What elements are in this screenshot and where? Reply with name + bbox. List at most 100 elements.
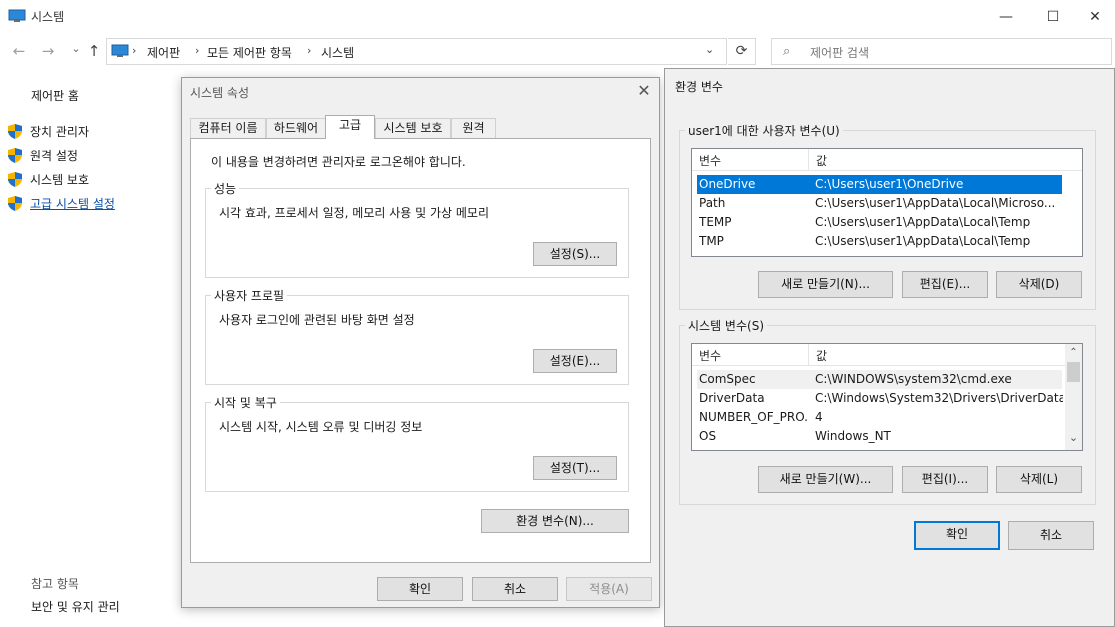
variable-name: DriverData [699,391,765,405]
environment-variables-button[interactable]: 환경 변수(N)... [481,509,629,533]
scroll-down-icon[interactable]: ⌄ [1065,432,1082,448]
minimize-button[interactable]: — [983,0,1029,33]
list-item[interactable]: Path C:\Users\user1\AppData\Local\Micros… [697,194,1062,213]
cancel-button[interactable]: 취소 [472,577,558,601]
tab-advanced[interactable]: 고급 [325,115,375,139]
list-header: 변수 값 [692,344,1082,366]
group-description: 시스템 시작, 시스템 오류 및 디버깅 정보 [219,420,423,434]
sidebar-item-remote-settings[interactable]: 원격 설정 [8,145,78,165]
list-item[interactable]: TEMP C:\Users\user1\AppData\Local\Temp [697,213,1062,232]
column-divider[interactable] [808,344,809,366]
security-maintenance-link[interactable]: 보안 및 유지 관리 [31,598,120,615]
column-header-value[interactable]: 값 [816,347,827,364]
user-profiles-group: 사용자 프로필 사용자 로그인에 관련된 바탕 화면 설정 설정(E)... [205,287,629,385]
variable-name: OS [699,429,717,443]
system-variables-group: 시스템 변수(S) 변수 값 ComSpec C:\WINDOWS\system… [679,317,1096,505]
column-header-value[interactable]: 값 [816,152,827,169]
group-label: 성능 [211,180,240,197]
user-new-button[interactable]: 새로 만들기(N)... [758,271,893,298]
variable-name: OneDrive [699,177,756,191]
scroll-up-icon[interactable]: ⌃ [1065,344,1082,360]
refresh-button[interactable]: ⟳ [728,38,756,65]
list-item[interactable]: OneDrive C:\Users\user1\OneDrive [697,175,1062,194]
group-description: 사용자 로그인에 관련된 바탕 화면 설정 [219,313,415,327]
system-variables-list[interactable]: 변수 값 ComSpec C:\WINDOWS\system32\cmd.exe… [691,343,1083,451]
maximize-button[interactable]: ☐ [1030,0,1076,33]
apply-button[interactable]: 적용(A) [566,577,652,601]
variable-value: C:\Users\user1\AppData\Local\Temp [815,234,1031,248]
variable-value: Windows_NT [815,429,891,443]
sidebar-item-label: 장치 관리자 [30,124,90,139]
close-button[interactable]: ✕ [1072,0,1115,33]
tab-computer-name[interactable]: 컴퓨터 이름 [190,118,266,138]
see-also-heading: 참고 항목 [31,577,79,591]
variable-value: C:\Windows\System32\Drivers\DriverData [815,391,1063,405]
computer-icon [111,44,129,57]
sidebar-item-label: 원격 설정 [30,148,78,163]
up-button[interactable]: ↑ [84,42,104,62]
sidebar-item-label: 시스템 보호 [30,172,90,187]
user-edit-button[interactable]: 편집(E)... [902,271,988,298]
window-title: 시스템 [31,10,65,24]
scrollbar-thumb[interactable] [1067,362,1080,382]
group-label: 시작 및 복구 [211,394,280,411]
sidebar-item-device-manager[interactable]: 장치 관리자 [8,121,89,141]
user-variables-list[interactable]: 변수 값 OneDrive C:\Users\user1\OneDrive Pa… [691,148,1083,257]
back-button[interactable]: ← [9,42,29,62]
sidebar-item-advanced-settings[interactable]: 고급 시스템 설정 [8,193,115,213]
variable-value: 4 [815,410,823,424]
user-profile-settings-button[interactable]: 설정(E)... [533,349,617,373]
shield-icon [8,195,22,211]
dialog-title: 시스템 속성 [190,86,250,100]
list-item[interactable]: DriverData C:\Windows\System32\Drivers\D… [697,389,1063,408]
address-bar[interactable]: › 제어판 › 모든 제어판 항목 › 시스템 ⌄ [106,38,727,65]
admin-notice: 이 내용을 변경하려면 관리자로 로그온해야 합니다. [211,155,466,169]
search-icon: ⌕ [783,44,791,59]
tab-remote[interactable]: 원격 [451,118,496,138]
system-delete-button[interactable]: 삭제(L) [996,466,1082,493]
variable-value: C:\Users\user1\AppData\Local\Microso... [815,196,1056,210]
sidebar-item-system-protection[interactable]: 시스템 보호 [8,169,89,189]
ok-button[interactable]: 확인 [914,521,1000,550]
ok-button[interactable]: 확인 [377,577,463,601]
startup-recovery-group: 시작 및 복구 시스템 시작, 시스템 오류 및 디버깅 정보 설정(T)... [205,394,629,492]
list-item[interactable]: OS Windows_NT [697,427,1062,446]
dialog-title: 환경 변수 [675,80,723,94]
variable-value: C:\WINDOWS\system32\cmd.exe [815,372,1012,386]
group-description: 시각 효과, 프로세서 일정, 메모리 사용 및 가상 메모리 [219,206,489,220]
breadcrumb-system[interactable]: 시스템 [321,44,354,61]
chevron-down-icon[interactable]: ⌄ [705,43,714,56]
tab-hardware[interactable]: 하드웨어 [266,118,326,138]
search-input[interactable]: ⌕ 제어판 검색 [771,38,1112,65]
system-new-button[interactable]: 새로 만들기(W)... [758,466,893,493]
shield-icon [8,147,22,163]
shield-icon [8,171,22,187]
variable-value: C:\Users\user1\AppData\Local\Temp [815,215,1031,229]
list-item[interactable]: TMP C:\Users\user1\AppData\Local\Temp [697,232,1062,251]
startup-settings-button[interactable]: 설정(T)... [533,456,617,480]
breadcrumb-separator: › [132,44,137,57]
cancel-button[interactable]: 취소 [1008,521,1094,550]
variable-name: TEMP [699,215,732,229]
tab-system-protection[interactable]: 시스템 보호 [375,118,451,138]
breadcrumb-separator: › [195,44,200,57]
vertical-scrollbar[interactable]: ⌃ ⌄ [1065,344,1082,450]
breadcrumb-all-items[interactable]: 모든 제어판 항목 [207,44,292,61]
close-icon[interactable]: ✕ [634,81,654,101]
control-panel-home-link[interactable]: 제어판 홈 [31,87,79,104]
list-item[interactable]: NUMBER_OF_PRO... 4 [697,408,1062,427]
recent-dropdown-icon[interactable]: ⌄ [66,42,86,62]
performance-settings-button[interactable]: 설정(S)... [533,242,617,266]
list-item[interactable]: ComSpec C:\WINDOWS\system32\cmd.exe [697,370,1062,389]
group-label: 시스템 변수(S) [685,317,767,334]
user-delete-button[interactable]: 삭제(D) [996,271,1082,298]
column-divider[interactable] [808,149,809,171]
column-header-variable[interactable]: 변수 [699,152,721,169]
forward-button[interactable]: → [38,42,58,62]
column-header-variable[interactable]: 변수 [699,347,721,364]
variable-name: NUMBER_OF_PRO... [699,410,807,424]
tab-panel-advanced: 이 내용을 변경하려면 관리자로 로그온해야 합니다. 성능 시각 효과, 프로… [190,138,651,563]
system-edit-button[interactable]: 편집(I)... [902,466,988,493]
breadcrumb-control-panel[interactable]: 제어판 [147,44,180,61]
group-label: user1에 대한 사용자 변수(U) [685,122,843,139]
